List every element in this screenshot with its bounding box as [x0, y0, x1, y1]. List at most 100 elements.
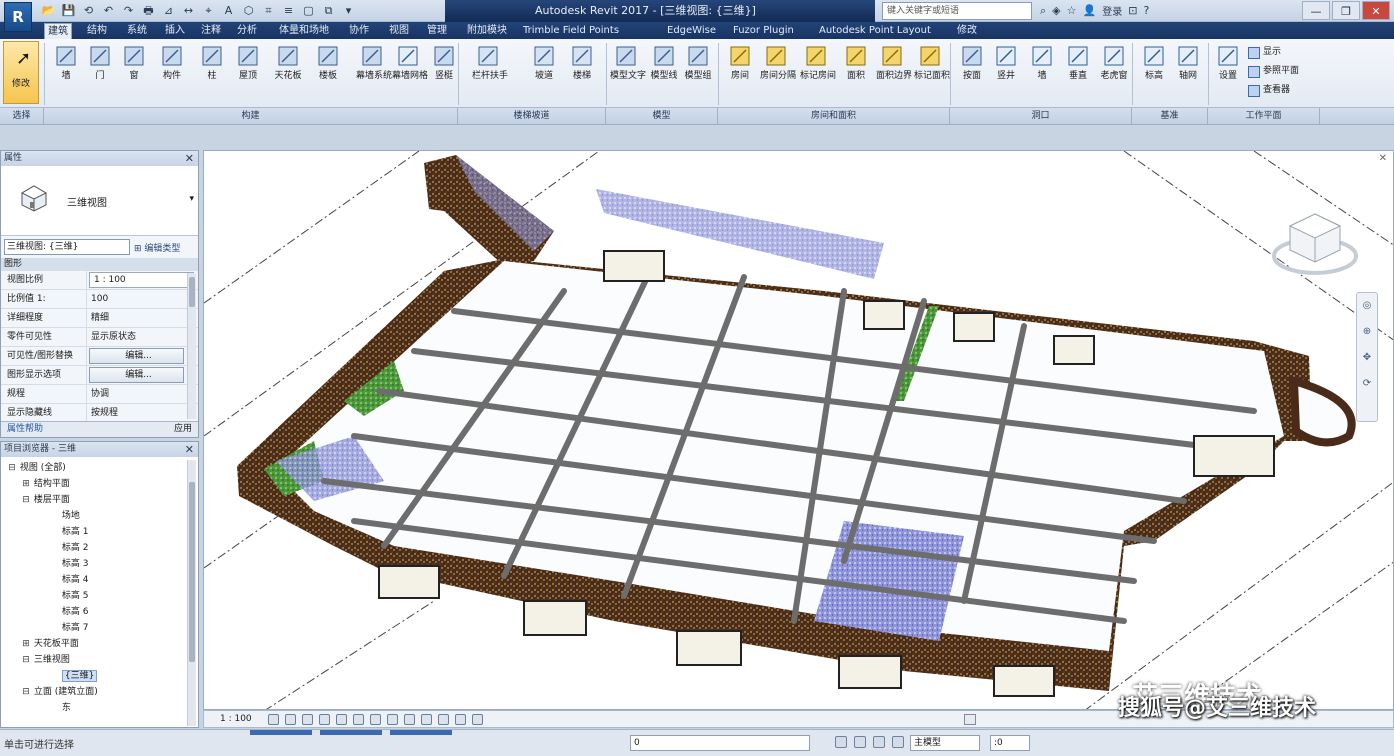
user-icon[interactable]: 👤 [1083, 4, 1097, 17]
zoom-icon[interactable]: ⊕ [1357, 319, 1377, 345]
edit-type-button[interactable]: ⊞ 编辑类型 [134, 241, 180, 254]
viewcube-icon[interactable] [1272, 206, 1358, 276]
browser-node[interactable]: 标高 1 [1, 524, 198, 540]
print-icon[interactable]: 🖶 [140, 3, 157, 19]
favorite-star-icon[interactable]: ☆ [1067, 4, 1077, 17]
modify-button[interactable]: ➚ 修改 [3, 41, 39, 104]
pan-icon[interactable]: ✥ [1357, 345, 1377, 371]
area-button[interactable]: 面积 [840, 42, 872, 102]
tag-icon[interactable]: ⌖ [200, 3, 217, 19]
ribbon-tab[interactable]: 注释 [198, 23, 224, 39]
restore-icon[interactable]: ❐ [1332, 1, 1360, 20]
ribbon-tab[interactable]: 管理 [424, 23, 450, 39]
property-edit-button[interactable]: 编辑... [89, 348, 184, 364]
view-instance-select[interactable]: 三维视图: {三维} [4, 239, 130, 255]
view-scale[interactable]: 1 : 100 [220, 714, 252, 724]
switch-window-icon[interactable]: ⧉ [320, 3, 337, 19]
browser-node[interactable]: 标高 2 [1, 540, 198, 556]
ribbon-tab[interactable]: 插入 [162, 23, 188, 39]
property-value[interactable]: 协调 [87, 385, 198, 403]
workset-select[interactable]: 0 [630, 735, 810, 751]
ribbon-panel-title[interactable]: 楼梯坡道 [458, 108, 606, 125]
reveal-hidden-icon[interactable] [420, 713, 432, 725]
properties-help-link[interactable]: 属性帮助 [7, 422, 43, 437]
room-separator-button[interactable]: 房间分隔 [760, 42, 796, 102]
stair-button[interactable]: 楼梯 [566, 42, 598, 102]
select-links-icon[interactable] [835, 736, 847, 748]
ribbon-panel-title[interactable]: 构建 [44, 108, 458, 125]
ribbon-panel-title[interactable]: 房间和面积 [718, 108, 950, 125]
property-value[interactable]: 1 : 100 [89, 272, 194, 288]
close-icon[interactable]: ✕ [1362, 1, 1390, 20]
area-boundary-button[interactable]: 面积边界 [876, 42, 912, 102]
subscription-icon[interactable]: ◈ [1052, 4, 1060, 17]
show-workplane-item[interactable]: 显示 [1248, 43, 1299, 62]
ribbon-tab[interactable]: 体量和场地 [276, 23, 332, 39]
browser-node[interactable]: ⊟ 楼层平面 [1, 492, 198, 508]
measure-icon[interactable]: ⊿ [160, 3, 177, 19]
visual-style-icon[interactable] [284, 713, 296, 725]
vertical-opening-button[interactable]: 垂直 [1062, 42, 1094, 102]
dormer-button[interactable]: 老虎窗 [1098, 42, 1130, 102]
browser-node[interactable]: ⊞ 天花板平面 [1, 636, 198, 652]
chevron-down-icon[interactable]: ▾ [189, 194, 194, 204]
expand-icon[interactable]: ⊞ [21, 636, 31, 652]
ribbon-tab[interactable]: 建筑 [44, 23, 72, 39]
tag-area-button[interactable]: 标记面积 [914, 42, 950, 102]
ribbon-tab[interactable]: Autodesk Point Layout [816, 23, 934, 39]
analytical-model-icon[interactable] [454, 713, 466, 725]
save-icon[interactable]: 💾 [60, 3, 77, 19]
shaft-button[interactable]: 竖井 [990, 42, 1022, 102]
ribbon-tab[interactable]: 协作 [346, 23, 372, 39]
ribbon-panel-title[interactable]: 工作平面 [1208, 108, 1320, 125]
binoculars-icon[interactable]: ⌕ [1040, 4, 1046, 18]
door-button[interactable]: 门 [84, 42, 116, 102]
browser-node[interactable]: 标高 4 [1, 572, 198, 588]
column-button[interactable]: 柱 [196, 42, 228, 102]
model-group-button[interactable]: 模型组 [682, 42, 714, 102]
wall-opening-button[interactable]: 墙 [1026, 42, 1058, 102]
ribbon-panel-title[interactable]: 选择 [0, 108, 44, 125]
curtain-system-button[interactable]: 幕墙系统 [356, 42, 392, 102]
ribbon-panel-title[interactable]: 模型 [606, 108, 718, 125]
temporary-hide-icon[interactable] [403, 713, 415, 725]
browser-node[interactable]: 东 [1, 700, 198, 716]
undo-icon[interactable]: ↶ [100, 3, 117, 19]
property-value[interactable]: 显示原状态 [87, 328, 198, 346]
sun-path-icon[interactable] [301, 713, 313, 725]
sign-in-label[interactable]: 登录 [1102, 3, 1122, 18]
thin-lines-icon[interactable]: ≡ [280, 3, 297, 19]
section-icon[interactable]: ⌗ [260, 3, 277, 19]
close-icon[interactable]: ✕ [1379, 153, 1387, 164]
tag-room-button[interactable]: 标记房间 [800, 42, 836, 102]
collapse-icon[interactable]: ⊟ [21, 652, 31, 668]
crop-view-icon[interactable] [352, 713, 364, 725]
shadows-icon[interactable] [318, 713, 330, 725]
sync-icon[interactable]: ⟲ [80, 3, 97, 19]
properties-scrollbar[interactable] [187, 273, 196, 419]
help-search-input[interactable]: 键入关键字或短语 [882, 2, 1032, 20]
graphics-category[interactable]: 图形 [1, 258, 198, 271]
model-text-button[interactable]: 模型文字 [610, 42, 646, 102]
show-crop-icon[interactable] [369, 713, 381, 725]
floor-button[interactable]: 楼板 [312, 42, 344, 102]
ribbon-tab[interactable]: 分析 [234, 23, 260, 39]
room-button[interactable]: 房间 [724, 42, 756, 102]
model-line-button[interactable]: 模型线 [648, 42, 680, 102]
reference-plane-item[interactable]: 参照平面 [1248, 62, 1299, 81]
apply-button[interactable]: 应用 [174, 422, 192, 437]
collapse-icon[interactable]: ⊟ [21, 684, 31, 700]
horizontal-scroll-icon[interactable] [964, 714, 976, 725]
browser-node[interactable]: ⊟ 视图 (全部) [1, 460, 198, 476]
curtain-grid-button[interactable]: 幕墙网格 [392, 42, 428, 102]
type-selector[interactable]: 三维视图 ▾ [1, 166, 198, 236]
browser-node[interactable]: ⊞ 结构平面 [1, 476, 198, 492]
scroll-thumb[interactable] [189, 482, 195, 662]
browser-node[interactable]: 标高 7 [1, 620, 198, 636]
filter-count[interactable]: :0 [990, 735, 1030, 751]
open-icon[interactable]: 📂 [40, 3, 57, 19]
3d-viewport[interactable]: ◎ ⊕ ✥ ⟳ ✕ [203, 150, 1394, 710]
browser-node[interactable]: 场地 [1, 508, 198, 524]
design-option-select[interactable]: 主模型 [910, 735, 980, 751]
taskbar-item[interactable] [390, 730, 452, 735]
